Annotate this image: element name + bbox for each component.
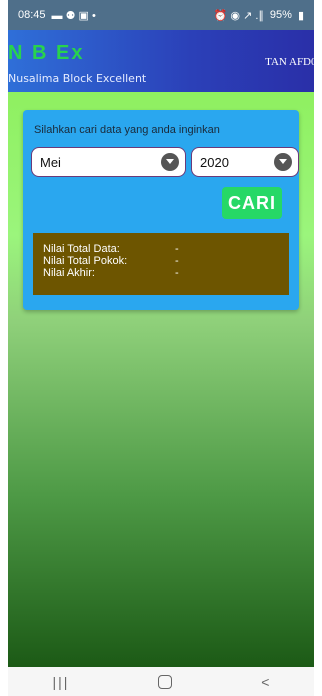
result-value: -	[175, 255, 179, 267]
battery-icon: ▮	[297, 9, 304, 22]
home-button[interactable]	[158, 674, 173, 689]
year-select[interactable]: 2020	[191, 147, 299, 177]
app-logo: N B Ex	[8, 42, 85, 64]
result-panel: Nilai Total Data: - Nilai Total Pokok: -…	[33, 233, 289, 295]
search-button[interactable]: CARI	[222, 187, 282, 219]
recents-button[interactable]: |||	[52, 674, 69, 690]
main-content: Silahkan cari data yang anda inginkan Me…	[8, 92, 314, 667]
result-value: -	[175, 267, 179, 279]
result-row: Nilai Total Pokok: -	[43, 255, 289, 267]
result-label: Nilai Akhir:	[43, 267, 95, 279]
status-bar: 08:45 ▬ ⚉ ▣ • ⏰ ◉ ↗ .∥ 95% ▮	[8, 0, 314, 30]
notification-icons: ▬ ⚉ ▣ •	[51, 9, 96, 22]
system-icons: ⏰ ◉ ↗ .∥	[213, 9, 264, 22]
phone-screen: 08:45 ▬ ⚉ ▣ • ⏰ ◉ ↗ .∥ 95% ▮ N B Ex Nusa…	[8, 0, 314, 696]
month-select[interactable]: Mei	[31, 147, 186, 177]
system-nav-bar: ||| <	[8, 667, 314, 696]
chevron-down-icon	[274, 153, 292, 171]
year-value: 2020	[200, 154, 229, 170]
battery-percent: 95%	[269, 9, 292, 21]
status-time: 08:45	[18, 9, 46, 21]
result-label: Nilai Total Pokok:	[43, 255, 128, 267]
result-row: Nilai Total Data: -	[43, 243, 289, 255]
result-row: Nilai Akhir: -	[43, 267, 289, 279]
month-value: Mei	[40, 154, 61, 170]
user-label: TAN AFD02	[265, 56, 314, 68]
app-subtitle: Nusalima Block Excellent	[8, 72, 147, 85]
search-prompt: Silahkan cari data yang anda inginkan	[34, 124, 220, 136]
app-header: N B Ex Nusalima Block Excellent TAN AFD0…	[8, 30, 314, 92]
search-card: Silahkan cari data yang anda inginkan Me…	[23, 110, 299, 310]
chevron-down-icon	[161, 153, 179, 171]
result-value: -	[175, 243, 179, 255]
back-button[interactable]: <	[261, 674, 269, 690]
result-label: Nilai Total Data:	[43, 243, 120, 255]
